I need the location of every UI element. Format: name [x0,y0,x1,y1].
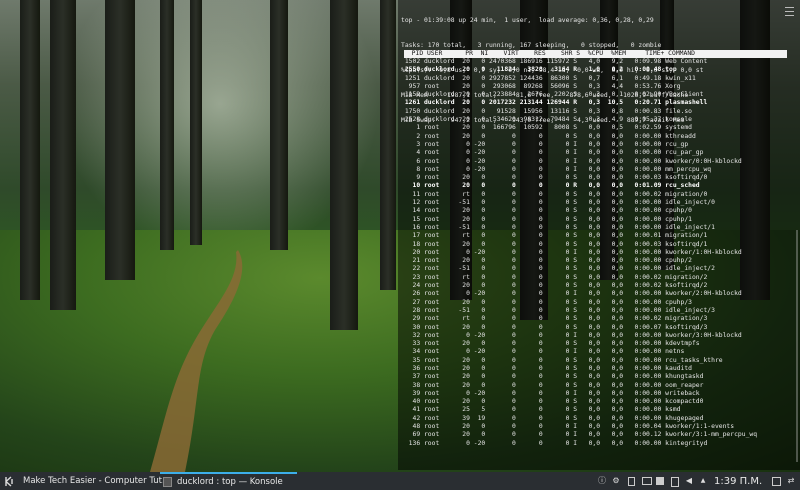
process-row: 10 root 20 0 0 0 0 R 0,0 0,0 0:01.09 rcu… [401,182,700,190]
application-launcher[interactable] [4,472,15,490]
process-row: 2550 ducklord 20 0 11824 3828 3164 R 1,0… [401,66,677,74]
task-label: Make Tech Easier - Computer Tut... [23,476,171,486]
process-row: 29 root rt 0 0 0 0 S 0,0 0,0 0:00.02 mig… [401,315,708,323]
process-row: 1750 ducklord 20 0 91528 15956 13116 S 0… [401,107,692,115]
battery-icon[interactable] [671,477,679,487]
process-row: 33 root 20 0 0 0 0 S 0,0 0,0 0:00.00 kde… [401,340,700,348]
process-row: 22 root -51 0 0 0 0 S 0,0 0,0 0:00.00 id… [401,265,715,273]
tree-trunk [270,0,288,250]
process-row: 1 root 20 0 166796 10592 8008 S 0,0 0,5 … [401,124,692,132]
tree-trunk [160,0,174,250]
arrow-up-icon[interactable]: ▲ [699,477,707,485]
process-row: 30 root 20 0 0 0 0 S 0,0 0,0 0:00.07 kso… [401,323,708,331]
process-row: 1261 ducklord 20 0 2017232 213144 126944… [401,99,708,107]
vault-icon[interactable] [656,477,664,485]
process-row: 136 root 0 -20 0 0 0 I 0,0 0,0 0:00.00 k… [401,439,708,447]
process-row: 35 root 20 0 0 0 0 S 0,0 0,0 0:00.00 rcu… [401,356,723,364]
process-row: 27 root 20 0 0 0 0 S 0,0 0,0 0:00.00 cpu… [401,298,692,306]
tree-trunk [380,0,396,290]
task-konsole[interactable]: ducklord : top — Konsole [160,472,297,490]
process-row: 24 root 20 0 0 0 0 S 0,0 0,0 0:00.02 kso… [401,282,708,290]
show-desktop-icon[interactable] [772,477,781,486]
tree-trunk [20,0,40,300]
process-row: 3 root 0 -20 0 0 0 I 0,0 0,0 0:00.00 rcu… [401,140,689,148]
process-row: 1251 ducklord 20 0 2927852 124436 86300 … [401,74,696,82]
process-table-header: PID USER PR NI VIRT RES SHR S %CPU %MEM … [404,49,787,58]
panel-settings-icon[interactable]: ⇄ [787,477,795,485]
kde-logo-icon [5,475,13,487]
task-firefox[interactable]: Make Tech Easier - Computer Tut... [19,472,170,490]
network-icon[interactable]: ⚙ [612,477,620,485]
info-icon[interactable]: ⓘ [598,477,606,485]
process-row: 48 root 20 0 0 0 0 I 0,0 0,0 0:00.04 kwo… [401,423,735,431]
summary-uptime-line: top - 01:39:08 up 24 min, 1 user, load a… [401,17,654,25]
process-row: 14 root 20 0 0 0 0 S 0,0 0,0 0:00.00 cpu… [401,207,692,215]
konsole-terminal[interactable]: top - 01:39:08 up 24 min, 1 user, load a… [398,0,800,470]
process-row: 21 root 20 0 0 0 0 S 0,0 0,0 0:00.00 cpu… [401,257,692,265]
taskbar: Make Tech Easier - Computer Tut... duckl… [0,472,800,490]
process-table: 1502 ducklord 20 0 2470368 186916 115972… [401,58,757,448]
process-row: 6 root 0 -20 0 0 0 I 0,0 0,0 0:00.00 kwo… [401,157,742,165]
clipboard-icon[interactable] [628,477,635,486]
display-icon[interactable] [642,477,652,485]
process-row: 28 root -51 0 0 0 0 S 0,0 0,0 0:00.00 id… [401,306,715,314]
volume-icon[interactable]: ◀ [685,477,693,485]
process-row: 40 root 20 0 0 0 0 S 0,0 0,0 0:00.00 kco… [401,398,704,406]
process-row: 18 root 20 0 0 0 0 S 0,0 0,0 0:00.03 kso… [401,240,708,248]
process-row: 42 root 39 19 0 0 0 S 0,0 0,0 0:00.00 kh… [401,414,704,422]
process-row: 17 root rt 0 0 0 0 S 0,0 0,0 0:00.01 mig… [401,232,708,240]
process-row: 16 root -51 0 0 0 0 S 0,0 0,0 0:00.00 id… [401,223,715,231]
process-row: 38 root 20 0 0 0 0 S 0,0 0,0 0:00.00 oom… [401,381,704,389]
process-row: 1152 ducklord 20 0 223884 2676 2202 S 0,… [401,91,704,99]
tree-trunk [190,0,202,245]
process-row: 36 root 20 0 0 0 0 S 0,0 0,0 0:00.00 kau… [401,364,692,372]
process-row: 9 root 20 0 0 0 0 S 0,0 0,0 0:00.03 ksof… [401,174,708,182]
tree-trunk [50,0,76,310]
process-row: 69 root 20 0 0 0 0 I 0,0 0,0 0:00.12 kwo… [401,431,758,439]
process-row: 23 root rt 0 0 0 0 S 0,0 0,0 0:00.02 mig… [401,273,708,281]
process-row: 2528 ducklord 20 0 534620 98312 79484 S … [401,116,692,124]
process-row: 20 root 0 -20 0 0 0 I 0,0 0,0 0:00.00 kw… [401,248,742,256]
tree-trunk [330,0,358,330]
menu-icon[interactable] [785,7,794,16]
process-row: 32 root 0 -20 0 0 0 I 0,0 0,0 0:00.00 kw… [401,331,742,339]
tree-trunk [105,0,135,280]
clock[interactable]: 1:39 П.М. [714,472,762,490]
process-row: 12 root -51 0 0 0 0 S 0,0 0,0 0:00.00 id… [401,199,715,207]
task-label: ducklord : top — Konsole [177,477,283,487]
process-row: 957 root 20 0 293068 89268 56096 S 0,3 4… [401,82,681,90]
process-row: 4 root 0 -20 0 0 0 I 0,0 0,0 0:00.00 rcu… [401,149,704,157]
process-row: 34 root 0 -20 0 0 0 I 0,0 0,0 0:00.00 ne… [401,348,685,356]
process-row: 11 root rt 0 0 0 0 S 0,0 0,0 0:00.02 mig… [401,190,708,198]
process-row: 2 root 20 0 0 0 0 S 0,0 0,0 0:00.00 kthr… [401,132,696,140]
process-row: 41 root 25 5 0 0 0 S 0,0 0,0 0:00.00 ksm… [401,406,681,414]
process-row: 15 root 20 0 0 0 0 S 0,0 0,0 0:00.00 cpu… [401,215,692,223]
process-row: 37 root 20 0 0 0 0 S 0,0 0,0 0:00.00 khu… [401,373,704,381]
process-row: 39 root 0 -20 0 0 0 I 0,0 0,0 0:00.00 wr… [401,389,700,397]
process-row: 1502 ducklord 20 0 2470368 186916 115972… [401,58,708,65]
process-row: 26 root 0 -20 0 0 0 I 0,0 0,0 0:00.00 kw… [401,290,742,298]
scrollbar[interactable] [796,230,798,462]
process-row: 8 root 0 -20 0 0 0 I 0,0 0,0 0:00.00 mm_… [401,165,712,173]
konsole-icon [163,477,172,487]
